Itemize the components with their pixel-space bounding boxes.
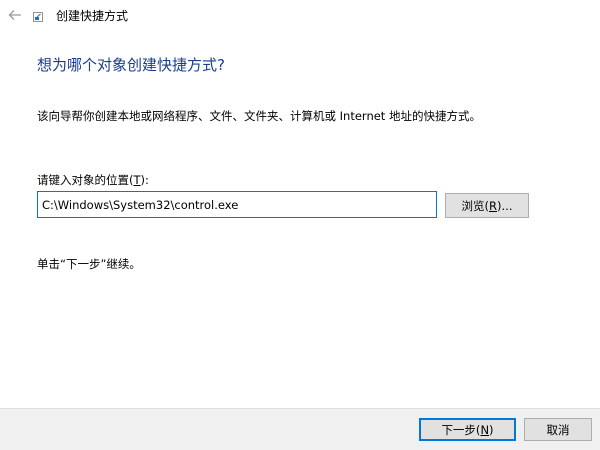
window-title: 创建快捷方式 bbox=[56, 9, 129, 23]
back-button[interactable] bbox=[4, 4, 26, 26]
browse-label-suffix: )... bbox=[497, 198, 513, 213]
location-label-suffix: ): bbox=[140, 173, 149, 187]
next-label-suffix: ) bbox=[489, 422, 494, 437]
arrow-left-icon bbox=[8, 10, 21, 20]
location-label: 请键入对象的位置(T): bbox=[37, 172, 149, 188]
browse-label-prefix: 浏览( bbox=[461, 198, 490, 213]
location-input[interactable] bbox=[37, 191, 437, 218]
browse-button[interactable]: 浏览(R)... bbox=[445, 193, 529, 218]
page-heading: 想为哪个对象创建快捷方式? bbox=[37, 56, 225, 74]
shortcut-app-icon bbox=[33, 12, 43, 22]
wizard-description: 该向导帮你创建本地或网络程序、文件、文件夹、计算机或 Internet 地址的快… bbox=[37, 109, 481, 123]
cancel-button[interactable]: 取消 bbox=[524, 418, 592, 441]
next-button[interactable]: 下一步(N) bbox=[419, 418, 516, 441]
next-label-prefix: 下一步( bbox=[441, 422, 481, 437]
location-label-access-key: T bbox=[133, 173, 141, 187]
title-bar: 创建快捷方式 bbox=[0, 0, 600, 34]
continue-hint: 单击“下一步”继续。 bbox=[37, 257, 141, 271]
browse-label-access-key: R bbox=[489, 198, 498, 213]
next-label-access-key: N bbox=[480, 422, 490, 437]
location-label-prefix: 请键入对象的位置( bbox=[37, 173, 134, 187]
